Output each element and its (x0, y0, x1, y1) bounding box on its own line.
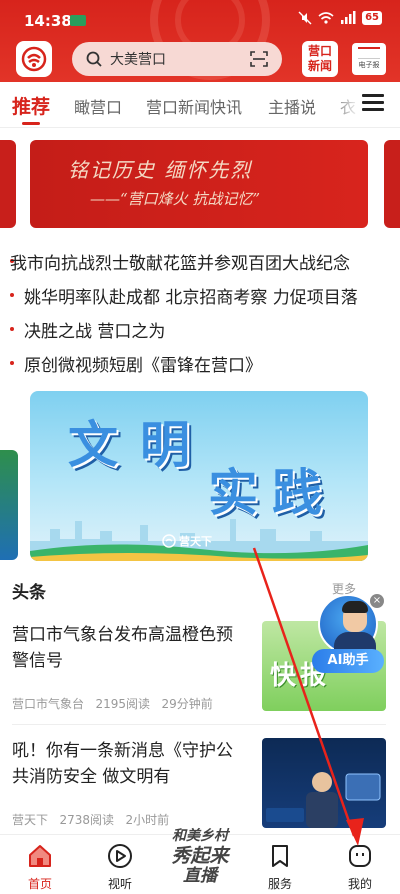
nav-mine[interactable]: 我的 (330, 843, 390, 892)
bullet-dot (10, 293, 14, 297)
logo-icon (21, 46, 47, 72)
divider (12, 724, 386, 725)
status-time: 14:38 (24, 12, 72, 30)
headline-title[interactable]: 营口市气象台发布高温橙色预警信号 (12, 622, 248, 674)
epaper-button[interactable]: 电子报 (352, 43, 386, 75)
close-icon[interactable]: × (370, 594, 384, 608)
nav-services[interactable]: 服务 (250, 843, 310, 892)
newspaper-icon (358, 47, 380, 59)
bookmark-icon (272, 845, 288, 867)
banner-prev-peek[interactable] (0, 140, 16, 228)
headline-meta: 营口市气象台 2195阅读 29分钟前 (12, 695, 213, 712)
tab-news-flash[interactable]: 营口新闻快讯 (146, 94, 242, 118)
bullet-dot (10, 361, 14, 365)
ticker-item[interactable]: 决胜之战 营口之为 (0, 312, 400, 346)
headline-reads: 2738阅读 (59, 813, 115, 827)
tab-kan-yingkou[interactable]: 瞰营口 (74, 94, 122, 118)
promo-title-1: 文明 (68, 416, 212, 474)
nav-home-label: 首页 (27, 877, 52, 891)
home-icon (29, 845, 51, 867)
status-icons: 65 (298, 11, 382, 25)
headline-time: 29分钟前 (161, 697, 213, 711)
tab-recommend[interactable]: 推荐 (12, 92, 50, 119)
app-logo[interactable] (16, 41, 52, 77)
ai-avatar (318, 594, 378, 656)
ticker-text: 决胜之战 营口之为 (24, 321, 166, 342)
news-ticker: 我市向抗战烈士敬献花篮并参观百团大战纪念 姚华明率队赴成都 北京招商考察 力促项… (0, 244, 400, 380)
civilization-promo-banner[interactable]: 文明 实践 营天下 (30, 391, 368, 561)
ticker-item[interactable]: 我市向抗战烈士敬献花篮并参观百团大战纪念 (0, 244, 400, 278)
search-placeholder: 大美营口 (110, 52, 166, 68)
channel-menu-icon[interactable] (362, 94, 384, 114)
app-header: 14:38 65 大美营口 营口 新闻 电子报 (0, 0, 400, 82)
headline-time: 2小时前 (125, 813, 170, 827)
play-icon (108, 844, 132, 868)
ai-assistant-button[interactable]: × AI助手 (312, 594, 384, 678)
nav-mine-label: 我的 (347, 877, 372, 891)
banner-next-peek[interactable] (384, 140, 400, 228)
ai-assistant-label: AI助手 (312, 649, 384, 673)
ticker-text: 原创微视频短剧《雷锋在营口》 (24, 355, 262, 376)
headline-thumbnail[interactable] (262, 738, 386, 828)
profile-icon (349, 845, 371, 867)
nav-services-label: 服务 (267, 877, 292, 891)
ticker-item[interactable]: 原创微视频短剧《雷锋在营口》 (0, 346, 400, 380)
search-icon (86, 51, 102, 67)
live-line-2: 秀起来 (171, 845, 229, 867)
nav-audio-video-label: 视听 (107, 877, 132, 891)
channel-tabs: 推荐 瞰营口 营口新闻快讯 主播说 衣 (0, 82, 400, 128)
active-tab-indicator (22, 122, 40, 125)
headline-title[interactable]: 吼！你有一条新消息《守护公共消防安全 做文明有 (12, 738, 248, 790)
ticker-text: 我市向抗战烈士敬献花篮并参观百团大战纪念 (10, 253, 350, 274)
yingkou-news-button[interactable]: 营口 新闻 (302, 41, 338, 77)
nav-live-campaign[interactable]: 和美乡村 秀起来 直播 (160, 827, 240, 891)
news-badge-line2: 新闻 (307, 59, 332, 73)
battery-indicator: 65 (362, 11, 382, 25)
headline-meta: 营天下 2738阅读 2小时前 (12, 811, 169, 828)
avatar-hair (342, 601, 368, 613)
firefighter-video-image (266, 772, 381, 828)
search-bar[interactable]: 大美营口 (72, 42, 282, 76)
live-line-3: 直播 (183, 866, 217, 886)
bottom-navigation: 首页 视听 和美乡村 秀起来 直播 服务 我的 (0, 828, 400, 894)
app-notification-icon (70, 15, 86, 26)
ticker-item[interactable]: 姚华明率队赴成都 北京招商考察 力促项目落 (0, 278, 400, 312)
banner-line2: ——“营口烽火 抗战记忆” (90, 190, 261, 208)
signal-icon (341, 11, 356, 24)
banner-line1: 铭记历史 缅怀先烈 (68, 158, 253, 182)
tab-fade (330, 82, 360, 127)
status-bar: 14:38 65 (0, 0, 400, 36)
nav-audio-video[interactable]: 视听 (90, 843, 150, 892)
wifi-icon (318, 12, 334, 24)
epaper-label: 电子报 (358, 61, 380, 69)
headline-source: 营口市气象台 (12, 697, 85, 711)
brand-logo-icon (162, 534, 176, 548)
ticker-text: 姚华明率队赴成都 北京招商考察 力促项目落 (24, 287, 358, 308)
bullet-dot (10, 327, 14, 331)
scan-icon[interactable] (250, 51, 268, 67)
tab-anchor-talk[interactable]: 主播说 (268, 94, 316, 118)
live-line-1: 和美乡村 (172, 828, 228, 844)
promo-prev-peek[interactable] (0, 450, 18, 560)
promo-logo-text: 营天下 (179, 535, 212, 548)
headlines-section-title: 头条 (12, 583, 46, 603)
promo-brand-logo: 营天下 (162, 533, 212, 549)
headline-reads: 2195阅读 (95, 697, 151, 711)
mute-icon (298, 11, 312, 25)
headline-source: 营天下 (12, 813, 49, 827)
top-banner[interactable]: 铭记历史 缅怀先烈 ——“营口烽火 抗战记忆” (30, 140, 368, 228)
nav-home[interactable]: 首页 (10, 843, 70, 892)
news-badge-line1: 营口 (307, 44, 332, 58)
